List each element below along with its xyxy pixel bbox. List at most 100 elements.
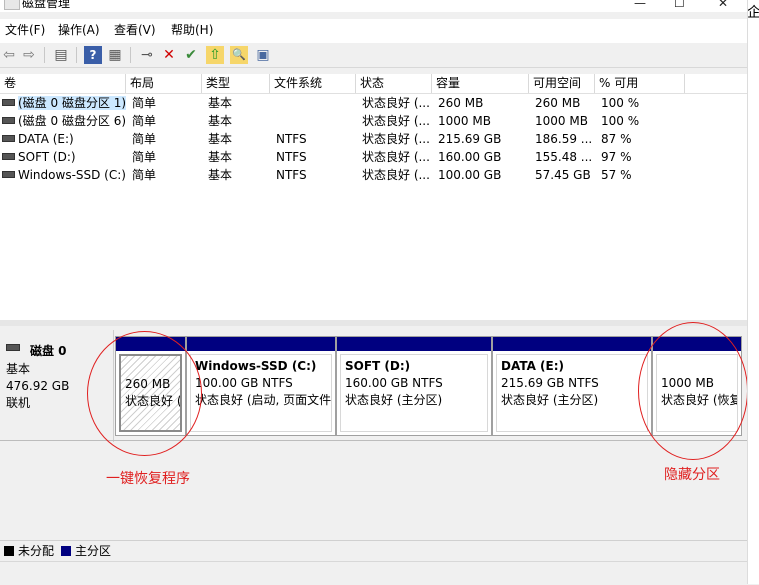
check-icon[interactable]: ✔ bbox=[182, 46, 200, 64]
properties-icon[interactable]: ▦ bbox=[106, 46, 124, 64]
partition-name: SOFT (D:) bbox=[345, 359, 411, 373]
app-icon bbox=[4, 0, 20, 10]
type-cell: 基本 bbox=[208, 168, 233, 182]
status-cell: 状态良好 (... bbox=[362, 96, 430, 110]
toolbar-separator bbox=[44, 47, 45, 63]
help-icon[interactable]: ? bbox=[84, 46, 102, 64]
toolbar-separator bbox=[76, 47, 77, 63]
partition-status: 状态良好 (主分区) bbox=[501, 393, 599, 407]
free-cell: 1000 MB bbox=[535, 114, 588, 128]
table-row[interactable]: DATA (E:) 简单 基本 NTFS 状态良好 (... 215.69 GB… bbox=[0, 130, 747, 148]
menu-help[interactable]: 帮助(H) bbox=[171, 23, 213, 37]
partition-status: 状态良好 (启动, 页面文件 bbox=[195, 393, 332, 407]
volume-name: (磁盘 0 磁盘分区 6) bbox=[18, 114, 127, 128]
type-cell: 基本 bbox=[208, 150, 233, 164]
col-status[interactable]: 状态 bbox=[356, 74, 432, 93]
partition-e[interactable]: DATA (E:) 215.69 GB NTFS 状态良好 (主分区) bbox=[492, 336, 652, 436]
back-icon[interactable]: ⇦ bbox=[0, 46, 18, 64]
connect-drive-icon[interactable]: ⊸ bbox=[138, 46, 156, 64]
partition-name: Windows-SSD (C:) bbox=[195, 359, 317, 373]
disk-status: 联机 bbox=[6, 396, 31, 410]
maximize-button[interactable]: ☐ bbox=[674, 0, 685, 10]
background-window-text: 企 bbox=[748, 5, 759, 21]
legend-unallocated-label: 未分配 bbox=[18, 544, 55, 558]
status-bar bbox=[0, 561, 747, 585]
fs-cell: NTFS bbox=[276, 168, 307, 182]
type-cell: 基本 bbox=[208, 96, 233, 110]
partition-body: DATA (E:) 215.69 GB NTFS 状态良好 (主分区) bbox=[496, 354, 648, 432]
free-cell: 155.48 ... bbox=[535, 150, 593, 164]
volume-list: 卷 布局 类型 文件系统 状态 容量 可用空间 % 可用 (磁盘 0 磁盘分区 … bbox=[0, 74, 747, 320]
drive-icon bbox=[2, 99, 15, 106]
col-filesystem[interactable]: 文件系统 bbox=[270, 74, 356, 93]
col-capacity[interactable]: 容量 bbox=[432, 74, 529, 93]
forward-icon[interactable]: ⇨ bbox=[20, 46, 38, 64]
pct-cell: 100 % bbox=[601, 96, 640, 110]
delete-icon[interactable]: ✕ bbox=[160, 46, 178, 64]
col-volume[interactable]: 卷 bbox=[0, 74, 126, 93]
help-topics-icon[interactable]: ▣ bbox=[254, 46, 272, 64]
primary-partition-bar bbox=[187, 337, 335, 351]
title-bar: 磁盘管理 — ☐ ✕ bbox=[0, 0, 759, 12]
disk-size: 476.92 GB bbox=[6, 379, 70, 393]
partition-status: 状态良好 (主分区) bbox=[345, 393, 443, 407]
status-cell: 状态良好 (... bbox=[362, 114, 430, 128]
legend-unallocated-swatch bbox=[4, 546, 14, 556]
volume-cell: SOFT (D:) bbox=[0, 148, 128, 166]
minimize-button[interactable]: — bbox=[634, 0, 646, 10]
pct-cell: 97 % bbox=[601, 150, 632, 164]
col-layout[interactable]: 布局 bbox=[126, 74, 202, 93]
capacity-cell: 260 MB bbox=[438, 96, 484, 110]
partition-c[interactable]: Windows-SSD (C:) 100.00 GB NTFS 状态良好 (启动… bbox=[186, 336, 336, 436]
open-icon[interactable]: ⇧ bbox=[206, 46, 224, 64]
fs-cell bbox=[272, 112, 276, 130]
disk-icon bbox=[6, 344, 20, 351]
layout-cell: 简单 bbox=[132, 96, 157, 110]
close-button[interactable]: ✕ bbox=[718, 0, 728, 10]
drive-icon bbox=[2, 135, 15, 142]
disk-name: 磁盘 0 bbox=[30, 344, 67, 358]
primary-partition-bar bbox=[493, 337, 651, 351]
pct-cell: 100 % bbox=[601, 114, 640, 128]
partition-body: Windows-SSD (C:) 100.00 GB NTFS 状态良好 (启动… bbox=[190, 354, 332, 432]
annotation-circle-left bbox=[87, 331, 202, 456]
status-cell: 状态良好 (... bbox=[362, 132, 430, 146]
partition-size: 100.00 GB NTFS bbox=[195, 376, 293, 390]
type-cell: 基本 bbox=[208, 132, 233, 146]
menu-view[interactable]: 查看(V) bbox=[114, 23, 156, 37]
pct-cell: 87 % bbox=[601, 132, 632, 146]
volume-cell: (磁盘 0 磁盘分区 1) bbox=[0, 94, 128, 112]
volume-cell: Windows-SSD (C:) bbox=[0, 166, 128, 184]
table-row[interactable]: SOFT (D:) 简单 基本 NTFS 状态良好 (... 160.00 GB… bbox=[0, 148, 747, 166]
capacity-cell: 1000 MB bbox=[438, 114, 491, 128]
drive-icon bbox=[2, 153, 15, 160]
menu-file[interactable]: 文件(F) bbox=[5, 23, 45, 37]
drive-icon bbox=[2, 117, 15, 124]
partition-d[interactable]: SOFT (D:) 160.00 GB NTFS 状态良好 (主分区) bbox=[336, 336, 492, 436]
console-tree-icon[interactable]: ▤ bbox=[52, 46, 70, 64]
col-free[interactable]: 可用空间 bbox=[529, 74, 595, 93]
table-row[interactable]: Windows-SSD (C:) 简单 基本 NTFS 状态良好 (... 10… bbox=[0, 166, 747, 184]
toolbar-separator bbox=[130, 47, 131, 63]
layout-cell: 简单 bbox=[132, 132, 157, 146]
free-cell: 186.59 ... bbox=[535, 132, 593, 146]
window-title: 磁盘管理 bbox=[22, 0, 71, 10]
partition-name: DATA (E:) bbox=[501, 359, 564, 373]
col-type[interactable]: 类型 bbox=[202, 74, 270, 93]
right-edge-strip: 企 bbox=[747, 0, 759, 584]
table-row[interactable]: (磁盘 0 磁盘分区 6) 简单 基本 状态良好 (... 1000 MB 10… bbox=[0, 112, 747, 130]
pct-cell: 57 % bbox=[601, 168, 632, 182]
annotation-recovery-label: 一键恢复程序 bbox=[106, 471, 190, 487]
table-row[interactable]: (磁盘 0 磁盘分区 1) 简单 基本 状态良好 (... 260 MB 260… bbox=[0, 94, 747, 112]
menu-action[interactable]: 操作(A) bbox=[58, 23, 100, 37]
explore-icon[interactable]: 🔍 bbox=[230, 46, 248, 64]
volume-list-header: 卷 布局 类型 文件系统 状态 容量 可用空间 % 可用 bbox=[0, 74, 747, 94]
menu-bar: 文件(F) 操作(A) 查看(V) 帮助(H) bbox=[0, 19, 747, 43]
col-pct-free[interactable]: % 可用 bbox=[595, 74, 685, 93]
legend-primary-label: 主分区 bbox=[75, 544, 112, 558]
partition-size: 160.00 GB NTFS bbox=[345, 376, 443, 390]
primary-partition-bar bbox=[337, 337, 491, 351]
volume-name: Windows-SSD (C:) bbox=[18, 168, 126, 182]
free-cell: 260 MB bbox=[535, 96, 581, 110]
type-cell: 基本 bbox=[208, 114, 233, 128]
